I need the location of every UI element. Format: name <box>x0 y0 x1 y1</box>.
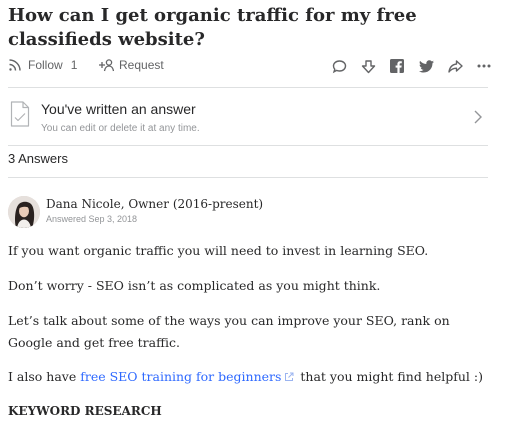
share-toolbar <box>318 58 492 74</box>
question-title: How can I get organic traffic for my fre… <box>8 5 417 50</box>
written-answer-notice[interactable]: You've written an answer You can edit or… <box>8 89 488 147</box>
answer-paragraph: If you want organic traffic you will nee… <box>8 243 429 258</box>
follow-icon <box>8 58 22 72</box>
twitter-icon[interactable] <box>418 58 434 74</box>
written-answer-title: You've written an answer <box>41 101 196 117</box>
written-answer-subtitle: You can edit or delete it at any time. <box>41 123 200 134</box>
more-icon[interactable] <box>476 58 492 74</box>
downvote-icon[interactable] <box>360 58 376 74</box>
section-heading: KEYWORD RESEARCH <box>8 404 162 418</box>
facebook-icon[interactable] <box>389 58 405 74</box>
answer-text: that you might find helpful :) <box>296 369 483 384</box>
chevron-right-icon <box>474 110 482 129</box>
answers-count: 3 Answers <box>8 151 68 166</box>
request-button[interactable]: Request <box>98 58 164 72</box>
edit-document-icon <box>10 101 30 132</box>
answer-date[interactable]: Answered Sep 3, 2018 <box>46 214 137 224</box>
external-link-icon <box>284 367 294 389</box>
request-icon <box>98 58 114 72</box>
request-label: Request <box>119 58 164 72</box>
avatar[interactable] <box>8 196 40 228</box>
comment-icon[interactable] <box>331 58 347 74</box>
divider <box>8 145 488 146</box>
divider <box>8 87 488 88</box>
divider <box>8 177 488 178</box>
answer-paragraph: I also have free SEO training for beginn… <box>8 366 498 389</box>
seo-training-link[interactable]: free SEO training for beginners <box>80 369 281 384</box>
answer-paragraph: Let’s talk about some of the ways you ca… <box>8 313 450 350</box>
answer-author[interactable]: Dana Nicole, Owner (2016-present) <box>46 197 263 211</box>
action-bar: Follow 1 Request <box>8 58 492 76</box>
answer-text: I also have <box>8 369 81 384</box>
follow-button[interactable]: Follow 1 <box>8 58 77 72</box>
follow-count: 1 <box>70 58 78 72</box>
share-icon[interactable] <box>447 58 463 74</box>
answer-paragraph: Don’t worry - SEO isn’t as complicated a… <box>8 278 381 293</box>
follow-label: Follow <box>28 58 63 72</box>
